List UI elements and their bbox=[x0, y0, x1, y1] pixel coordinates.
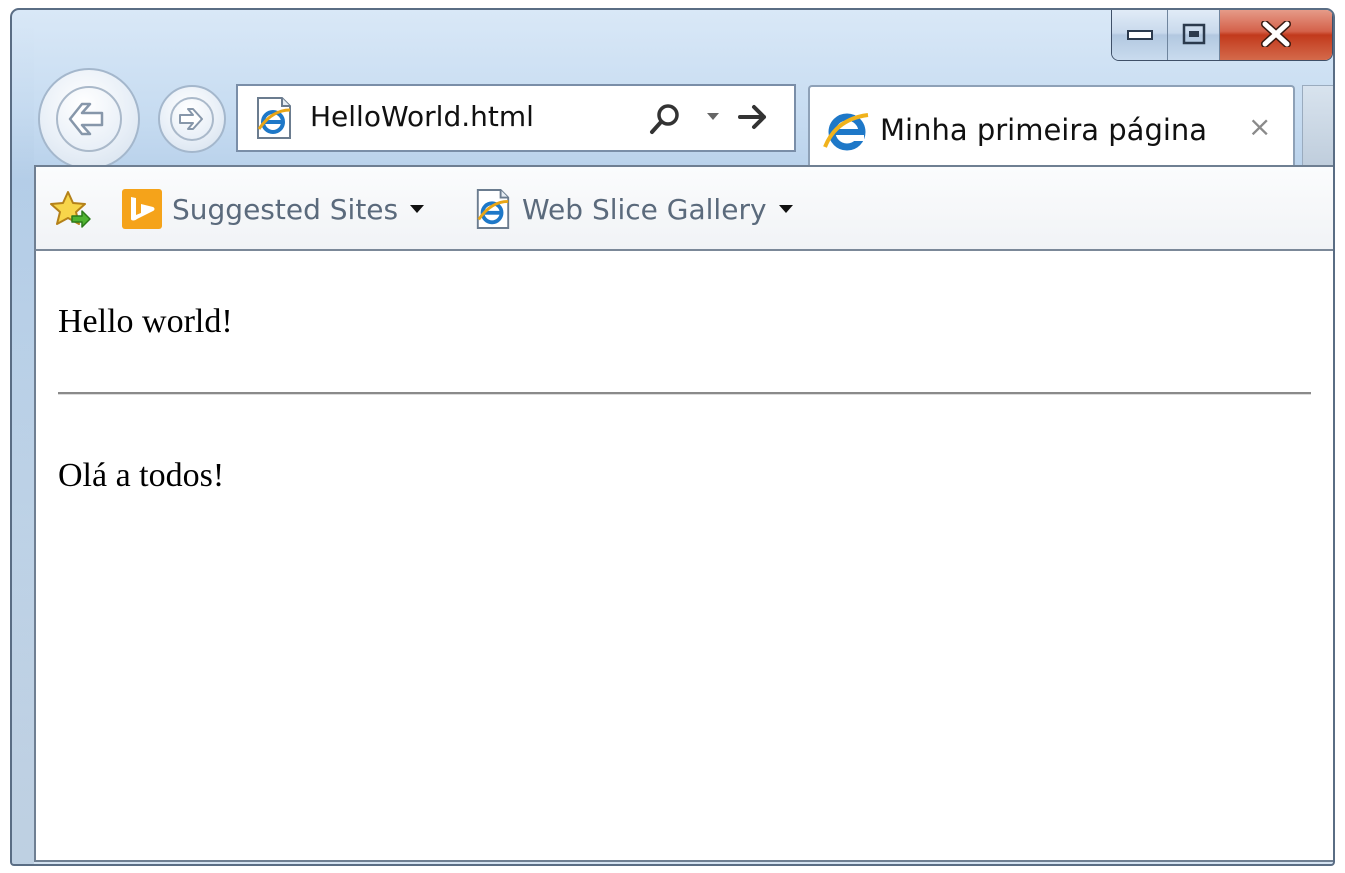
close-window-button[interactable] bbox=[1220, 10, 1332, 60]
forward-button[interactable] bbox=[158, 85, 226, 153]
ie-page-icon bbox=[257, 97, 291, 139]
address-text[interactable]: HelloWorld.html bbox=[310, 100, 534, 133]
tab-minha-primeira-pagina[interactable]: Minha primeira página × bbox=[808, 85, 1295, 167]
tab-title: Minha primeira página bbox=[880, 113, 1208, 147]
restore-icon bbox=[1182, 23, 1205, 45]
favorites-item-label: Web Slice Gallery bbox=[522, 192, 767, 226]
search-icon[interactable] bbox=[648, 102, 682, 136]
favorites-item-web-slice-gallery[interactable]: Web Slice Gallery bbox=[474, 187, 793, 231]
browser-window: HelloWorld.html Minha primeira página × bbox=[10, 8, 1335, 866]
go-arrow-icon[interactable] bbox=[736, 100, 770, 134]
chevron-down-icon[interactable] bbox=[706, 112, 720, 122]
paragraph-ola-a-todos: Olá a todos! bbox=[58, 457, 225, 494]
favorites-item-suggested-sites[interactable]: Suggested Sites bbox=[122, 187, 425, 231]
tab-close-button[interactable]: × bbox=[1248, 113, 1271, 141]
page-content: Hello world! Olá a todos! bbox=[34, 251, 1333, 862]
ie-page-icon bbox=[476, 189, 510, 229]
close-icon bbox=[1261, 21, 1291, 47]
back-arrow-icon bbox=[56, 86, 122, 152]
back-button[interactable] bbox=[38, 68, 140, 170]
forward-arrow-icon bbox=[170, 97, 214, 141]
window-frame-edge bbox=[12, 10, 34, 864]
bing-icon bbox=[122, 189, 162, 229]
minimize-button[interactable] bbox=[1112, 10, 1168, 60]
chevron-down-icon bbox=[410, 205, 425, 213]
caption-buttons bbox=[1111, 10, 1333, 61]
address-bar[interactable]: HelloWorld.html bbox=[236, 84, 796, 152]
new-tab-button[interactable] bbox=[1302, 85, 1333, 167]
minimize-icon bbox=[1126, 30, 1153, 40]
favorites-bar: Suggested Sites Web Slice Gallery bbox=[34, 165, 1333, 251]
maximize-button[interactable] bbox=[1168, 10, 1220, 60]
ie-logo-icon bbox=[823, 113, 869, 151]
horizontal-rule bbox=[58, 392, 1311, 395]
favorites-item-label: Suggested Sites bbox=[172, 192, 399, 226]
paragraph-hello-world: Hello world! bbox=[58, 303, 233, 340]
chevron-down-icon bbox=[778, 205, 793, 213]
favorites-star-icon[interactable] bbox=[50, 189, 92, 231]
